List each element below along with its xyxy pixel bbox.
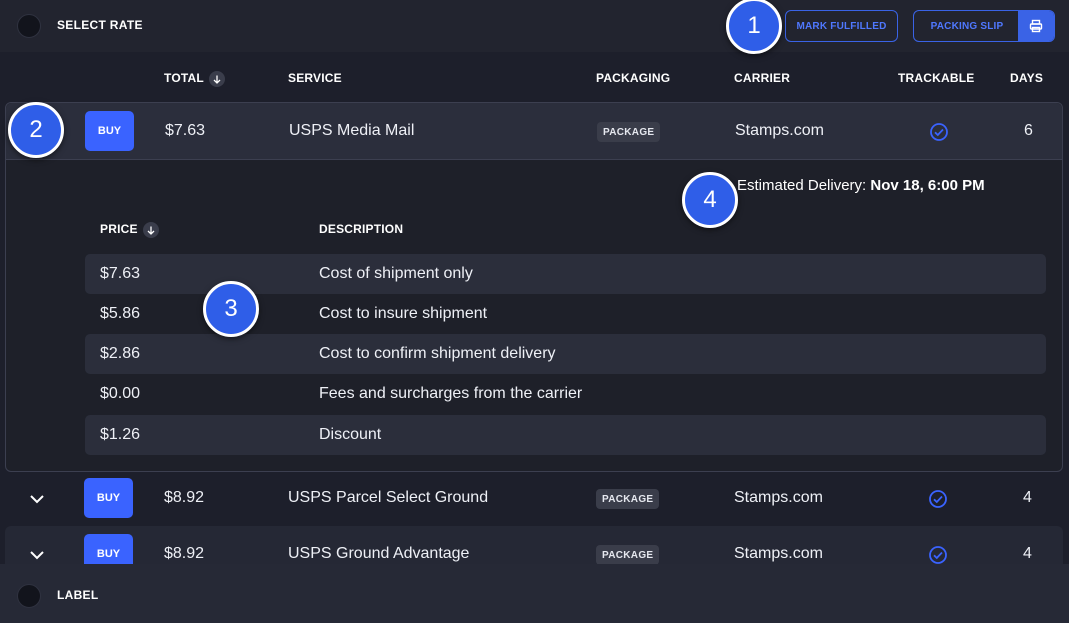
breakdown-description: Cost of shipment only — [319, 265, 473, 282]
annotation-marker-3: 3 — [203, 281, 259, 337]
trackable-check-icon — [929, 490, 947, 508]
packing-slip-label: PACKING SLIP — [930, 20, 1004, 32]
breakdown-description: Cost to insure shipment — [319, 305, 488, 322]
column-header-service: SERVICE — [288, 71, 342, 85]
rate-service: USPS Media Mail — [289, 122, 415, 139]
breakdown-row: $2.86 Cost to confirm shipment delivery — [85, 334, 1046, 374]
label-step-title: LABEL — [57, 588, 99, 602]
buy-button[interactable]: BUY — [85, 111, 134, 151]
rate-days: 4 — [1023, 489, 1032, 506]
breakdown-price: $1.26 — [100, 426, 141, 443]
mark-fulfilled-button[interactable]: MARK FULFILLED — [785, 10, 898, 42]
breakdown-description: Cost to confirm shipment delivery — [319, 345, 556, 362]
rate-row[interactable]: BUY $7.63 USPS Media Mail PACKAGE Stamps… — [6, 103, 1062, 160]
chevron-down-icon[interactable] — [27, 489, 47, 509]
sort-down-arrow-icon[interactable] — [208, 71, 225, 87]
column-header-days: DAYS — [1010, 71, 1044, 85]
breakdown-row: $0.00 Fees and surcharges from the carri… — [85, 374, 1046, 414]
breakdown-description: Discount — [319, 426, 382, 443]
rate-days: 6 — [1024, 122, 1033, 139]
breakdown-row: $1.26 Discount — [85, 415, 1046, 455]
label-step-header: LABEL — [0, 564, 1069, 623]
description-column-header: DESCRIPTION — [319, 222, 404, 236]
buy-button[interactable]: BUY — [84, 478, 133, 518]
estimated-delivery: Estimated Delivery: Nov 18, 6:00 PM — [737, 177, 985, 194]
rate-total: $8.92 — [164, 489, 205, 506]
column-header-total[interactable]: TOTAL — [164, 71, 225, 87]
packaging-badge: PACKAGE — [596, 489, 660, 509]
rate-carrier: Stamps.com — [734, 489, 823, 506]
select-rate-title: SELECT RATE — [57, 18, 143, 32]
trackable-check-icon — [930, 123, 948, 141]
select-rate-header: SELECT RATE MARK FULFILLED PACKING SLIP — [0, 0, 1069, 52]
packaging-badge: PACKAGE — [597, 122, 661, 142]
rate-carrier: Stamps.com — [735, 122, 824, 139]
annotation-marker-4: 4 — [682, 172, 738, 228]
rate-service: USPS Ground Advantage — [288, 545, 470, 562]
breakdown-price: $2.86 — [100, 345, 141, 362]
rate-service: USPS Parcel Select Ground — [288, 489, 489, 506]
estimated-delivery-value: Nov 18, 6:00 PM — [870, 177, 985, 194]
packing-slip-button[interactable]: PACKING SLIP — [913, 10, 1055, 42]
column-header-trackable: TRACKABLE — [898, 71, 975, 85]
breakdown-price: $7.63 — [100, 265, 141, 282]
printer-icon[interactable] — [1018, 11, 1054, 41]
label-step-radio[interactable] — [17, 584, 41, 608]
annotation-marker-1: 1 — [726, 0, 782, 54]
rate-total: $7.63 — [165, 122, 206, 139]
rate-total: $8.92 — [164, 545, 205, 562]
rate-days: 4 — [1023, 545, 1032, 562]
rate-row[interactable]: BUY $8.92 USPS Parcel Select Ground PACK… — [5, 470, 1063, 526]
breakdown-price: $0.00 — [100, 385, 141, 402]
packaging-badge: PACKAGE — [596, 545, 660, 565]
breakdown-price: $5.86 — [100, 305, 141, 322]
price-column-header[interactable]: PRICE — [100, 222, 159, 238]
rate-carrier: Stamps.com — [734, 545, 823, 562]
column-header-carrier: CARRIER — [734, 71, 791, 85]
select-rate-step-radio[interactable] — [17, 14, 41, 38]
trackable-check-icon — [929, 546, 947, 564]
annotation-marker-2: 2 — [8, 102, 64, 158]
column-header-packaging: PACKAGING — [596, 71, 671, 85]
chevron-down-icon[interactable] — [27, 545, 47, 565]
breakdown-description: Fees and surcharges from the carrier — [319, 385, 583, 402]
sort-down-arrow-icon[interactable] — [142, 222, 159, 238]
